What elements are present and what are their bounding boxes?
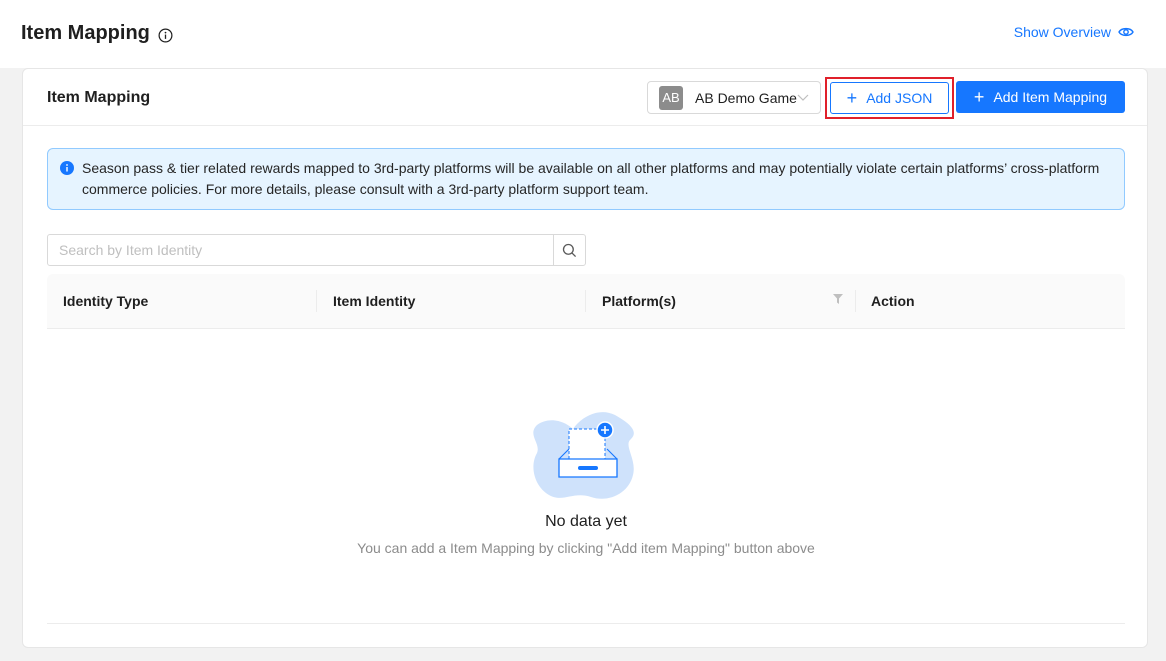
column-header-item-identity: Item Identity <box>333 293 416 309</box>
column-divider <box>316 290 317 312</box>
show-overview-link[interactable]: Show Overview <box>1014 24 1134 40</box>
card-header: Item Mapping AB AB Demo Game + Add JSON … <box>23 69 1147 126</box>
column-divider <box>855 290 856 312</box>
game-avatar: AB <box>659 85 683 110</box>
add-item-mapping-label: Add Item Mapping <box>993 89 1108 105</box>
add-json-button[interactable]: + Add JSON <box>830 82 949 114</box>
search-box <box>47 234 586 266</box>
plus-icon: + <box>973 87 985 107</box>
card-title: Item Mapping <box>47 89 151 106</box>
info-icon <box>60 161 74 175</box>
add-json-label: Add JSON <box>866 90 933 106</box>
search-input[interactable] <box>48 235 554 265</box>
column-header-platforms: Platform(s) <box>602 293 676 309</box>
column-header-action: Action <box>871 293 915 309</box>
empty-state-title: No data yet <box>545 513 627 530</box>
game-select[interactable]: AB AB Demo Game <box>647 81 821 114</box>
filter-icon[interactable] <box>833 294 843 304</box>
column-header-identity-type: Identity Type <box>63 293 149 309</box>
eye-icon <box>1118 27 1134 37</box>
info-alert: Season pass & tier related rewards mappe… <box>47 148 1125 210</box>
table-header: Identity Type Item Identity Platform(s) … <box>47 274 1125 329</box>
show-overview-label: Show Overview <box>1013 24 1111 40</box>
empty-state-description: You can add a Item Mapping by clicking "… <box>357 540 815 556</box>
game-select-value: AB Demo Game <box>695 89 797 106</box>
search-icon <box>562 243 577 257</box>
search-button[interactable] <box>553 235 585 265</box>
table-bottom-border <box>47 623 1125 624</box>
add-item-mapping-button[interactable]: + Add Item Mapping <box>956 81 1125 113</box>
alert-text: Season pass & tier related rewards mappe… <box>82 160 1100 197</box>
empty-state-illustration <box>533 409 638 509</box>
page-title: Item Mapping <box>21 22 173 45</box>
plus-icon: + <box>846 88 858 108</box>
page-title-text: Item Mapping <box>21 22 150 44</box>
top-bar: Item Mapping Show Overview <box>0 0 1166 68</box>
item-mapping-card: Item Mapping AB AB Demo Game + Add JSON … <box>22 68 1148 648</box>
chevron-down-icon <box>797 94 809 101</box>
column-divider <box>585 290 586 312</box>
info-icon[interactable] <box>158 26 173 43</box>
